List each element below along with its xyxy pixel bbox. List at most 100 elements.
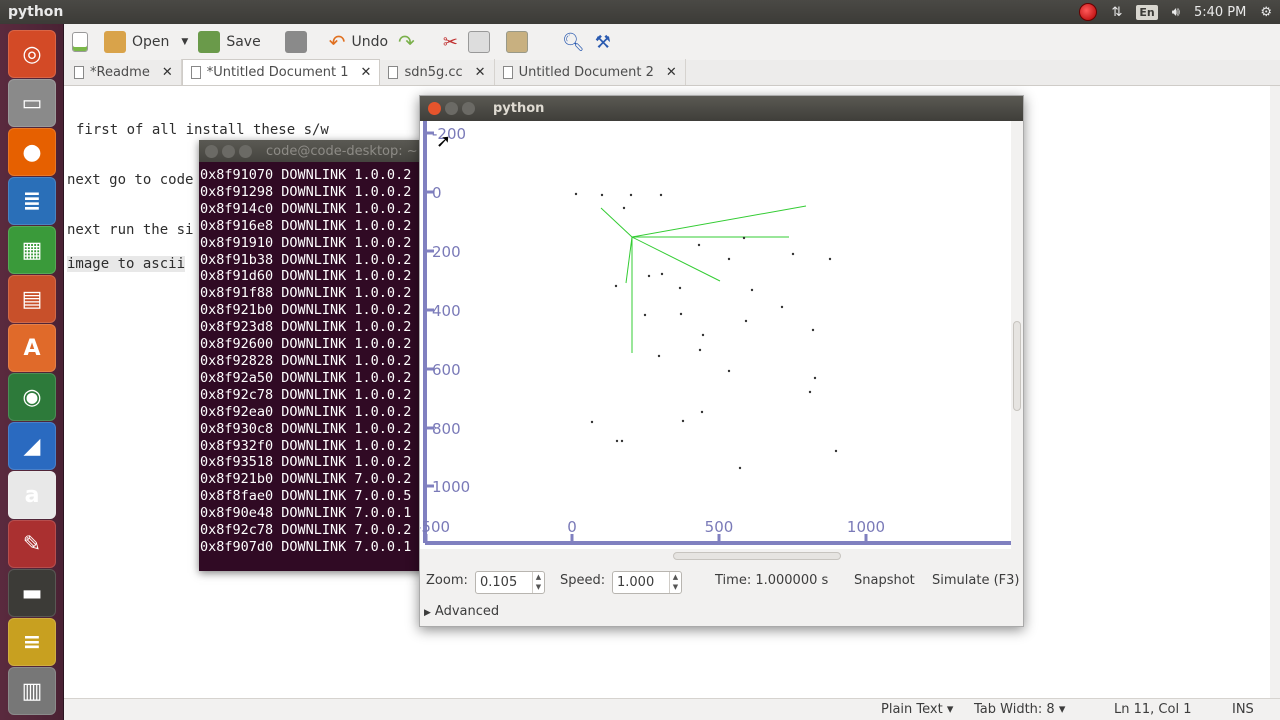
tab-width-selector[interactable]: Tab Width: 8 ▾ (974, 702, 1065, 717)
impress-icon[interactable]: ▤ (8, 275, 56, 323)
network-node (727, 369, 731, 373)
network-node (679, 312, 683, 316)
maximize-icon[interactable] (239, 144, 252, 158)
network-node (615, 439, 619, 443)
terminal-line: 0x8f91f88 DOWNLINK 1.0.0.2 (200, 285, 412, 302)
advanced-expander[interactable]: ▶ Advanced (424, 604, 499, 619)
terminal-output[interactable]: 0x8f91070 DOWNLINK 1.0.0.2 0x8f91298 DOWN… (199, 162, 424, 571)
replace-button[interactable]: ⚒ (595, 27, 611, 57)
files-icon[interactable]: ▭ (8, 79, 56, 127)
volume-icon[interactable]: 🔊︎ (1172, 5, 1180, 20)
zoom-spinner[interactable]: 0.105 ▲ ▼ (475, 571, 545, 594)
writer-icon[interactable]: ≣ (8, 177, 56, 225)
workspace-icon[interactable]: ▥ (8, 667, 56, 715)
undo-button[interactable]: ↶ Undo (329, 27, 388, 57)
record-indicator-icon[interactable] (1079, 3, 1098, 21)
terminal-titlebar[interactable]: code@code-desktop: ~ (199, 140, 424, 162)
save-button[interactable]: Save (198, 27, 261, 57)
close-icon[interactable] (428, 102, 441, 115)
tab-4[interactable]: Untitled Document 2 ✕ (495, 59, 686, 85)
terminal-line: 0x8f90e48 DOWNLINK 7.0.0.1 (200, 505, 412, 522)
document-icon (74, 65, 84, 79)
terminal-window[interactable]: code@code-desktop: ~ 0x8f91070 DOWNLINK … (199, 140, 424, 571)
language-selector[interactable]: Plain Text ▾ (881, 702, 953, 717)
folder-icon (104, 31, 126, 53)
settings-icon[interactable]: ✎ (8, 520, 56, 568)
python-titlebar[interactable]: python (420, 96, 1023, 121)
paste-button[interactable] (505, 27, 534, 57)
radio-link (625, 236, 633, 284)
terminal-line: 0x8f921b0 DOWNLINK 1.0.0.2 (200, 302, 412, 319)
wireshark-icon[interactable]: ◢ (8, 422, 56, 470)
simulation-plot[interactable]: -20002004006008001000-50005001000 (416, 121, 1011, 549)
simulate-button[interactable]: Simulate (F3) (932, 573, 1019, 588)
tab-2[interactable]: *Untitled Document 1 ✕ (181, 59, 381, 85)
close-tab-icon[interactable]: ✕ (361, 65, 372, 80)
gear-icon[interactable]: ⚙ (1260, 5, 1272, 20)
redo-icon: ↷ (398, 30, 415, 54)
clock[interactable]: 5:40 PM (1194, 5, 1246, 20)
new-document-button[interactable] (72, 27, 94, 57)
simulation-canvas[interactable]: -20002004006008001000-50005001000 ➚ (416, 121, 1023, 549)
close-tab-icon[interactable]: ✕ (475, 65, 486, 80)
network-node (744, 319, 748, 323)
close-icon[interactable] (205, 144, 218, 158)
tab-1[interactable]: *Readme ✕ (66, 59, 182, 85)
open-label: Open (132, 34, 170, 50)
keyboard-layout-indicator[interactable]: En (1136, 4, 1158, 20)
system-tray: ⇅ En 🔊︎ 5:40 PM ⚙ (1079, 0, 1280, 24)
close-tab-icon[interactable]: ✕ (162, 65, 173, 80)
close-tab-icon[interactable]: ✕ (666, 65, 677, 80)
open-button[interactable]: Open ▼ (104, 27, 188, 57)
network-node (742, 236, 746, 240)
minimize-icon[interactable] (445, 102, 458, 115)
paste-icon (505, 31, 528, 53)
terminal-line: 0x8f92ea0 DOWNLINK 1.0.0.2 (200, 403, 412, 420)
firefox-icon[interactable]: ● (8, 128, 56, 176)
minimize-icon[interactable] (222, 144, 235, 158)
save-label: Save (226, 34, 261, 50)
terminal-icon[interactable]: ▬ (8, 569, 56, 617)
terminal-line: 0x8f930c8 DOWNLINK 1.0.0.2 (200, 420, 412, 437)
copy-icon (467, 31, 490, 53)
editor-scrollbar[interactable] (1270, 86, 1280, 698)
speed-spinner[interactable]: 1.000 ▲ ▼ (612, 571, 682, 594)
software-center-icon[interactable]: A (8, 324, 56, 372)
canvas-vertical-scrollbar[interactable] (1011, 121, 1023, 549)
y-tick-label: 200 (432, 243, 461, 261)
terminal-line: 0x8f921b0 DOWNLINK 7.0.0.2 (200, 471, 412, 488)
new-document-icon (72, 32, 88, 52)
copy-button[interactable] (467, 27, 496, 57)
time-readout: Time: 1.000000 s (715, 573, 829, 588)
x-tick-label: 500 (705, 518, 734, 536)
terminal-line: 0x8f91910 DOWNLINK 1.0.0.2 (200, 234, 412, 251)
spinner-arrows-icon[interactable]: ▲ ▼ (532, 572, 544, 593)
amazon-icon[interactable]: a (8, 471, 56, 519)
status-bar: Plain Text ▾ Tab Width: 8 ▾ Ln 11, Col 1… (64, 698, 1280, 720)
spinner-arrows-icon[interactable]: ▲ ▼ (669, 572, 681, 593)
x-tick-label: 0 (567, 518, 577, 536)
x-tick-label: -500 (420, 518, 450, 536)
network-node (600, 193, 604, 197)
network-node (701, 333, 705, 337)
advanced-label: Advanced (434, 604, 500, 619)
scissors-icon: ✂ (442, 31, 458, 53)
snapshot-button[interactable]: Snapshot (854, 573, 915, 588)
network-node (811, 328, 815, 332)
zoom-value: 0.105 (480, 575, 518, 590)
print-button[interactable] (284, 27, 313, 57)
ubuntu-dash-icon[interactable]: ◎ (8, 30, 56, 78)
network-node (834, 449, 838, 453)
stack-icon[interactable]: ≡ (8, 618, 56, 666)
globe-icon[interactable]: ◉ (8, 373, 56, 421)
radio-link (631, 236, 721, 282)
canvas-horizontal-scrollbar[interactable] (423, 549, 1011, 563)
maximize-icon[interactable] (462, 102, 475, 115)
cut-button[interactable]: ✂ (443, 27, 458, 57)
search-button[interactable]: 🔍︎ (562, 27, 585, 57)
calc-icon[interactable]: ▦ (8, 226, 56, 274)
tab-3[interactable]: sdn5g.cc ✕ (380, 59, 495, 85)
network-icon[interactable]: ⇅ (1111, 5, 1122, 20)
chevron-down-icon[interactable]: ▼ (181, 37, 188, 47)
redo-button[interactable]: ↷ (398, 27, 415, 57)
